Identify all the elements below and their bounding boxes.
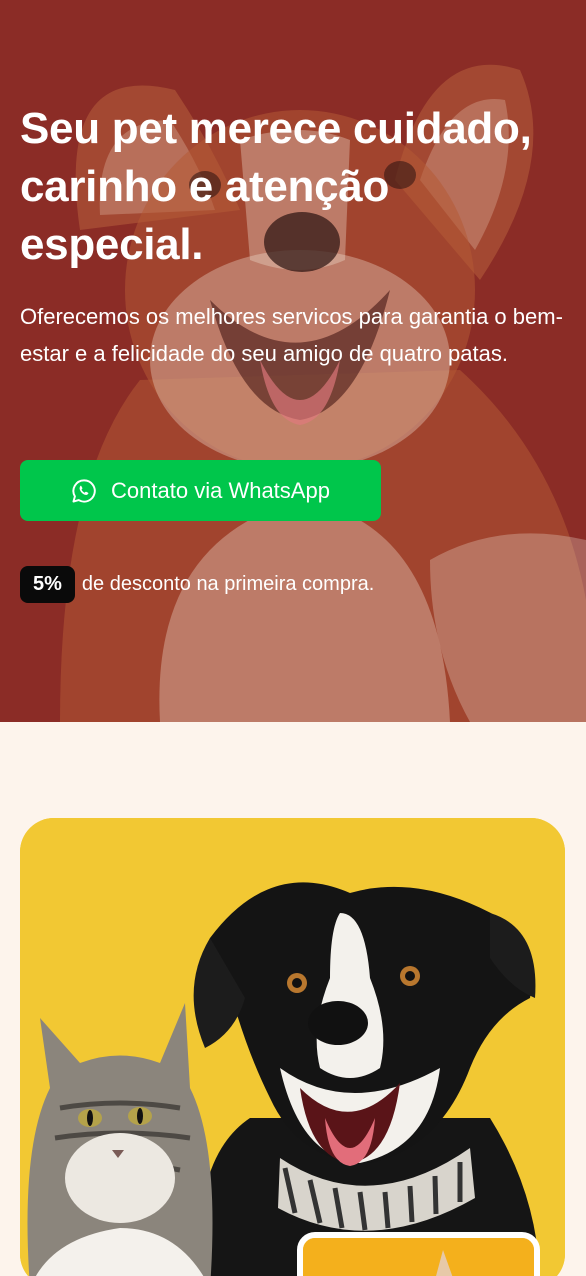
whatsapp-icon: [72, 478, 96, 503]
discount-badge: 5%: [20, 566, 75, 603]
whatsapp-contact-button[interactable]: Contato via WhatsApp: [20, 460, 381, 521]
hero-subtitle: Oferecemos os melhores servicos para gar…: [20, 304, 563, 366]
discount-text: de desconto na primeira compra.: [81, 573, 375, 595]
dog-and-cat-image: [20, 818, 565, 1276]
secondary-pet-thumbnail: [297, 1232, 540, 1276]
pets-image-card: [20, 818, 565, 1276]
hero-title: Seu pet merece cuidado, carinho e atençã…: [20, 104, 532, 269]
hero-section: Seu pet merece cuidado, carinho e atençã…: [0, 0, 586, 722]
pet-thumbnail-image: [303, 1238, 534, 1276]
hero-content: Seu pet merece cuidado, carinho e atençã…: [20, 100, 566, 372]
whatsapp-button-label: Contato via WhatsApp: [111, 477, 330, 503]
discount-promo: 5% de desconto na primeira compra.: [20, 566, 374, 603]
